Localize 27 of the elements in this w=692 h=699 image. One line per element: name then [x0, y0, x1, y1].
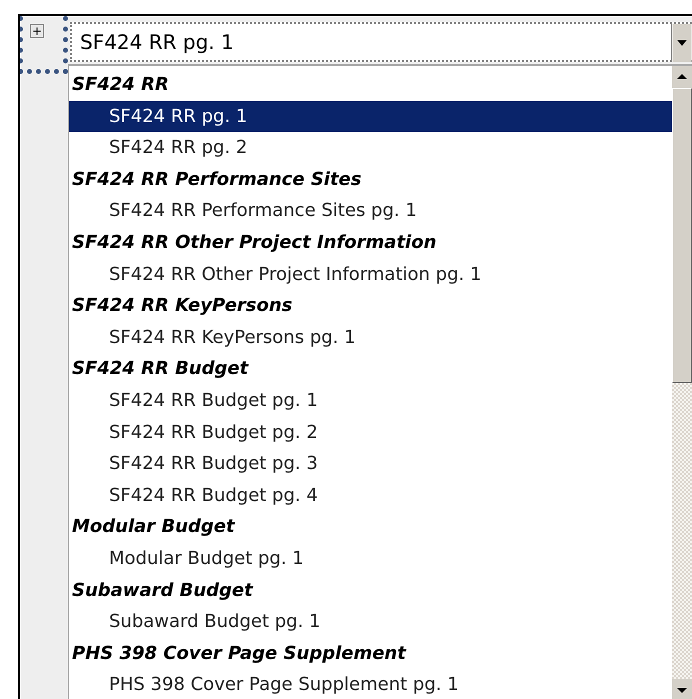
list-item[interactable]: SF424 RR pg. 1 [69, 100, 672, 132]
scroll-up-icon[interactable] [672, 66, 692, 88]
list-item[interactable]: SF424 RR Performance Sites pg. 1 [69, 195, 672, 227]
list-item[interactable]: SF424 RR Budget pg. 4 [69, 480, 672, 512]
scrollbar-thumb[interactable] [672, 88, 692, 383]
dropdown-value: SF424 RR pg. 1 [79, 29, 235, 56]
group-header: Subaward Budget [71, 578, 254, 602]
group-header: SF424 RR Budget [71, 357, 250, 382]
group-header: SF424 RR KeyPersons [71, 294, 294, 318]
group-header: SF424 RR [71, 73, 170, 97]
list-item[interactable]: SF424 RR Other Project Information pg. 1 [69, 258, 672, 290]
expand-button[interactable]: + [30, 24, 44, 38]
dropdown-field[interactable]: SF424 RR pg. 1 [70, 22, 692, 62]
group-header: SF424 RR Other Project Information [71, 230, 438, 255]
group-header: Modular Budget [71, 515, 236, 540]
list-item[interactable]: Modular Budget pg. 1 [69, 542, 672, 574]
scroll-down-icon[interactable] [672, 679, 692, 699]
list-item[interactable]: SF424 RR Budget pg. 1 [69, 384, 672, 417]
list-item[interactable]: PHS 398 Cover Page Supplement pg. 1 [69, 669, 672, 699]
group-header: SF424 RR Performance Sites [71, 168, 362, 192]
dropdown-arrow-icon[interactable] [671, 24, 692, 62]
list-item[interactable]: SF424 RR Budget pg. 2 [69, 416, 672, 448]
list-item[interactable]: Subaward Budget pg. 1 [69, 606, 672, 638]
group-header: PHS 398 Cover Page Supplement [71, 642, 408, 666]
list-item[interactable]: SF424 RR Budget pg. 3 [69, 448, 672, 480]
list-item[interactable]: SF424 RR pg. 2 [69, 132, 672, 164]
list-item[interactable]: SF424 RR KeyPersons pg. 1 [69, 322, 672, 354]
